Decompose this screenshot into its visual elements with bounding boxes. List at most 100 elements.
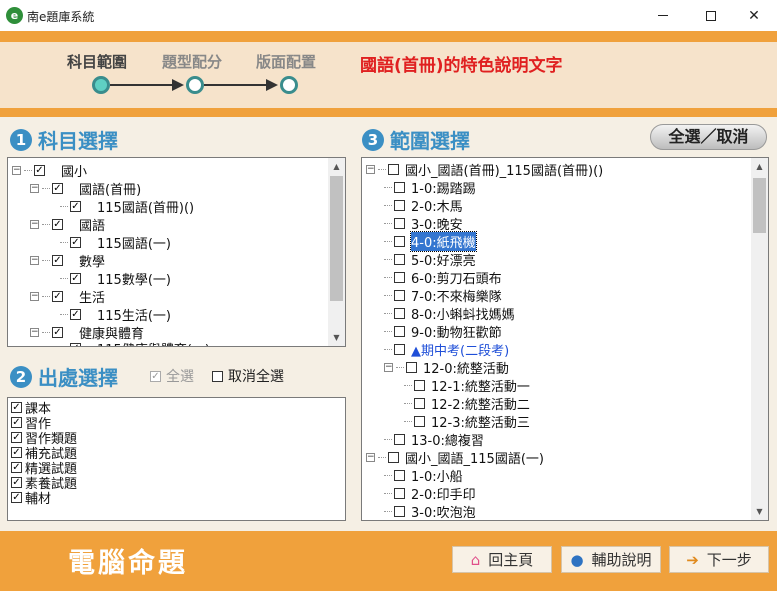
collapse-icon[interactable]: −: [30, 327, 39, 337]
tree-node[interactable]: 12-3:統整活動三: [404, 412, 530, 431]
collapse-icon[interactable]: −: [12, 165, 21, 175]
tree-node[interactable]: − ✓ 國小: [12, 161, 87, 180]
checkbox-checked[interactable]: ✓: [11, 416, 22, 428]
range-tree-scrollbar[interactable]: ▲ ▼: [751, 158, 768, 520]
checkbox-checked[interactable]: ✓: [70, 200, 81, 212]
subject-tree-scrollbar[interactable]: ▲ ▼: [328, 158, 345, 346]
scroll-down-icon[interactable]: ▼: [751, 503, 768, 520]
toggle-select-all-button[interactable]: 全選／取消: [650, 124, 767, 150]
checkbox-unchecked[interactable]: [394, 199, 405, 211]
checkbox-checked[interactable]: ✓: [70, 272, 81, 284]
checkbox-unchecked[interactable]: [394, 505, 405, 517]
checkbox-checked[interactable]: ✓: [70, 236, 81, 248]
checkbox-checked[interactable]: ✓: [11, 446, 22, 458]
tree-node[interactable]: 1-0:小船: [384, 466, 463, 485]
tree-node[interactable]: 2-0:木馬: [384, 196, 463, 215]
tree-node[interactable]: 12-2:統整活動二: [404, 394, 530, 413]
range-tree[interactable]: − 國小_國語(首冊)_115國語(首冊)() 1-0:踢踏踢 2-0:木馬 3-…: [361, 157, 769, 521]
home-button[interactable]: ⌂ 回主頁: [452, 546, 552, 573]
tree-node[interactable]: − 國小_國語_115國語(一): [366, 448, 544, 467]
checkbox-checked[interactable]: ✓: [150, 370, 161, 382]
minimize-button[interactable]: [640, 0, 686, 31]
tree-node[interactable]: ✓ 115數學(一): [60, 269, 171, 288]
checkbox-checked[interactable]: ✓: [52, 182, 63, 194]
checkbox-unchecked[interactable]: [394, 289, 405, 301]
tree-node[interactable]: − ✓ 國語: [30, 215, 105, 234]
scroll-down-icon[interactable]: ▼: [328, 329, 345, 346]
checkbox-unchecked[interactable]: [394, 235, 405, 247]
checkbox-unchecked[interactable]: [394, 307, 405, 319]
source-list[interactable]: ✓ 課本 ✓ 習作 ✓ 習作類題 ✓ 補充試題 ✓ 精選試題 ✓ 素養試題 ✓ 輔材: [7, 397, 346, 521]
checkbox-checked[interactable]: ✓: [52, 326, 63, 338]
checkbox-unchecked[interactable]: [394, 343, 405, 355]
scroll-thumb[interactable]: [330, 176, 343, 301]
help-button[interactable]: ● 輔助說明: [561, 546, 661, 573]
tree-node[interactable]: 8-0:小蝌蚪找媽媽: [384, 304, 515, 323]
close-button[interactable]: ✕: [731, 0, 777, 31]
scroll-thumb[interactable]: [753, 178, 766, 233]
checkbox-unchecked[interactable]: [388, 163, 399, 175]
checkbox-unchecked[interactable]: [394, 469, 405, 481]
collapse-icon[interactable]: −: [30, 219, 39, 229]
checkbox-checked[interactable]: ✓: [11, 491, 22, 503]
collapse-icon[interactable]: −: [384, 362, 393, 372]
tree-node[interactable]: 12-1:統整活動一: [404, 376, 530, 395]
next-step-button[interactable]: ➔ 下一步: [669, 546, 769, 573]
checkbox-unchecked[interactable]: [394, 433, 405, 445]
tree-node[interactable]: ✓ 115國語(一): [60, 233, 171, 252]
scroll-up-icon[interactable]: ▲: [751, 158, 768, 175]
collapse-icon[interactable]: −: [366, 164, 375, 174]
checkbox-checked[interactable]: ✓: [11, 476, 22, 488]
checkbox-unchecked[interactable]: [212, 370, 223, 382]
select-all-sources[interactable]: ✓ 全選: [150, 366, 194, 386]
tree-node[interactable]: ▲期中考(二段考): [384, 340, 509, 359]
tree-node[interactable]: 2-0:印手印: [384, 484, 476, 503]
checkbox-unchecked[interactable]: [406, 361, 417, 373]
checkbox-unchecked[interactable]: [394, 181, 405, 193]
checkbox-unchecked[interactable]: [394, 253, 405, 265]
tree-node[interactable]: − 12-0:統整活動: [384, 358, 509, 377]
tree-node[interactable]: 3-0:晚安: [384, 214, 463, 233]
tree-node[interactable]: − 國小_國語(首冊)_115國語(首冊)(): [366, 160, 603, 179]
checkbox-checked[interactable]: ✓: [70, 342, 81, 346]
tree-node[interactable]: 1-0:踢踏踢: [384, 178, 476, 197]
scroll-up-icon[interactable]: ▲: [328, 158, 345, 175]
checkbox-unchecked[interactable]: [414, 379, 425, 391]
checkbox-checked[interactable]: ✓: [70, 308, 81, 320]
tree-node[interactable]: − ✓ 國語(首冊): [30, 179, 141, 198]
tree-node[interactable]: 13-0:總複習: [384, 430, 484, 449]
subject-tree[interactable]: − ✓ 國小 − ✓ 國語(首冊) ✓ 115國語(首冊)() − ✓ 國語 ✓ 115國語(一…: [7, 157, 346, 347]
tree-node[interactable]: 5-0:好漂亮: [384, 250, 476, 269]
checkbox-unchecked[interactable]: [388, 451, 399, 463]
tree-node[interactable]: − ✓ 生活: [30, 287, 105, 306]
checkbox-unchecked[interactable]: [394, 217, 405, 229]
tree-node[interactable]: ✓ 115國語(首冊)(): [60, 197, 194, 216]
list-item[interactable]: ✓ 輔材: [11, 488, 51, 507]
tree-node[interactable]: − ✓ 數學: [30, 251, 105, 270]
checkbox-checked[interactable]: ✓: [52, 218, 63, 230]
checkbox-checked[interactable]: ✓: [52, 254, 63, 266]
checkbox-unchecked[interactable]: [394, 325, 405, 337]
collapse-icon[interactable]: −: [366, 452, 375, 462]
clear-all-sources[interactable]: 取消全選: [212, 366, 284, 386]
checkbox-checked[interactable]: ✓: [11, 461, 22, 473]
checkbox-unchecked[interactable]: [414, 415, 425, 427]
checkbox-checked[interactable]: ✓: [52, 290, 63, 302]
collapse-icon[interactable]: −: [30, 291, 39, 301]
checkbox-checked[interactable]: ✓: [34, 164, 45, 176]
tree-node[interactable]: 6-0:剪刀石頭布: [384, 268, 502, 287]
tree-node[interactable]: 3-0:吹泡泡: [384, 502, 476, 520]
tree-node[interactable]: ✓ 115生活(一): [60, 305, 171, 324]
maximize-button[interactable]: [688, 0, 734, 31]
collapse-icon[interactable]: −: [30, 183, 39, 193]
checkbox-checked[interactable]: ✓: [11, 401, 22, 413]
checkbox-checked[interactable]: ✓: [11, 431, 22, 443]
collapse-icon[interactable]: −: [30, 255, 39, 265]
tree-node[interactable]: 9-0:動物狂歡節: [384, 322, 502, 341]
tree-node[interactable]: ✓ 115健康與體育(一): [60, 339, 210, 346]
checkbox-unchecked[interactable]: [394, 271, 405, 283]
checkbox-unchecked[interactable]: [414, 397, 425, 409]
checkbox-unchecked[interactable]: [394, 487, 405, 499]
tree-node-selected[interactable]: 4-0:紙飛機: [384, 230, 477, 252]
tree-node[interactable]: 7-0:不來梅樂隊: [384, 286, 502, 305]
